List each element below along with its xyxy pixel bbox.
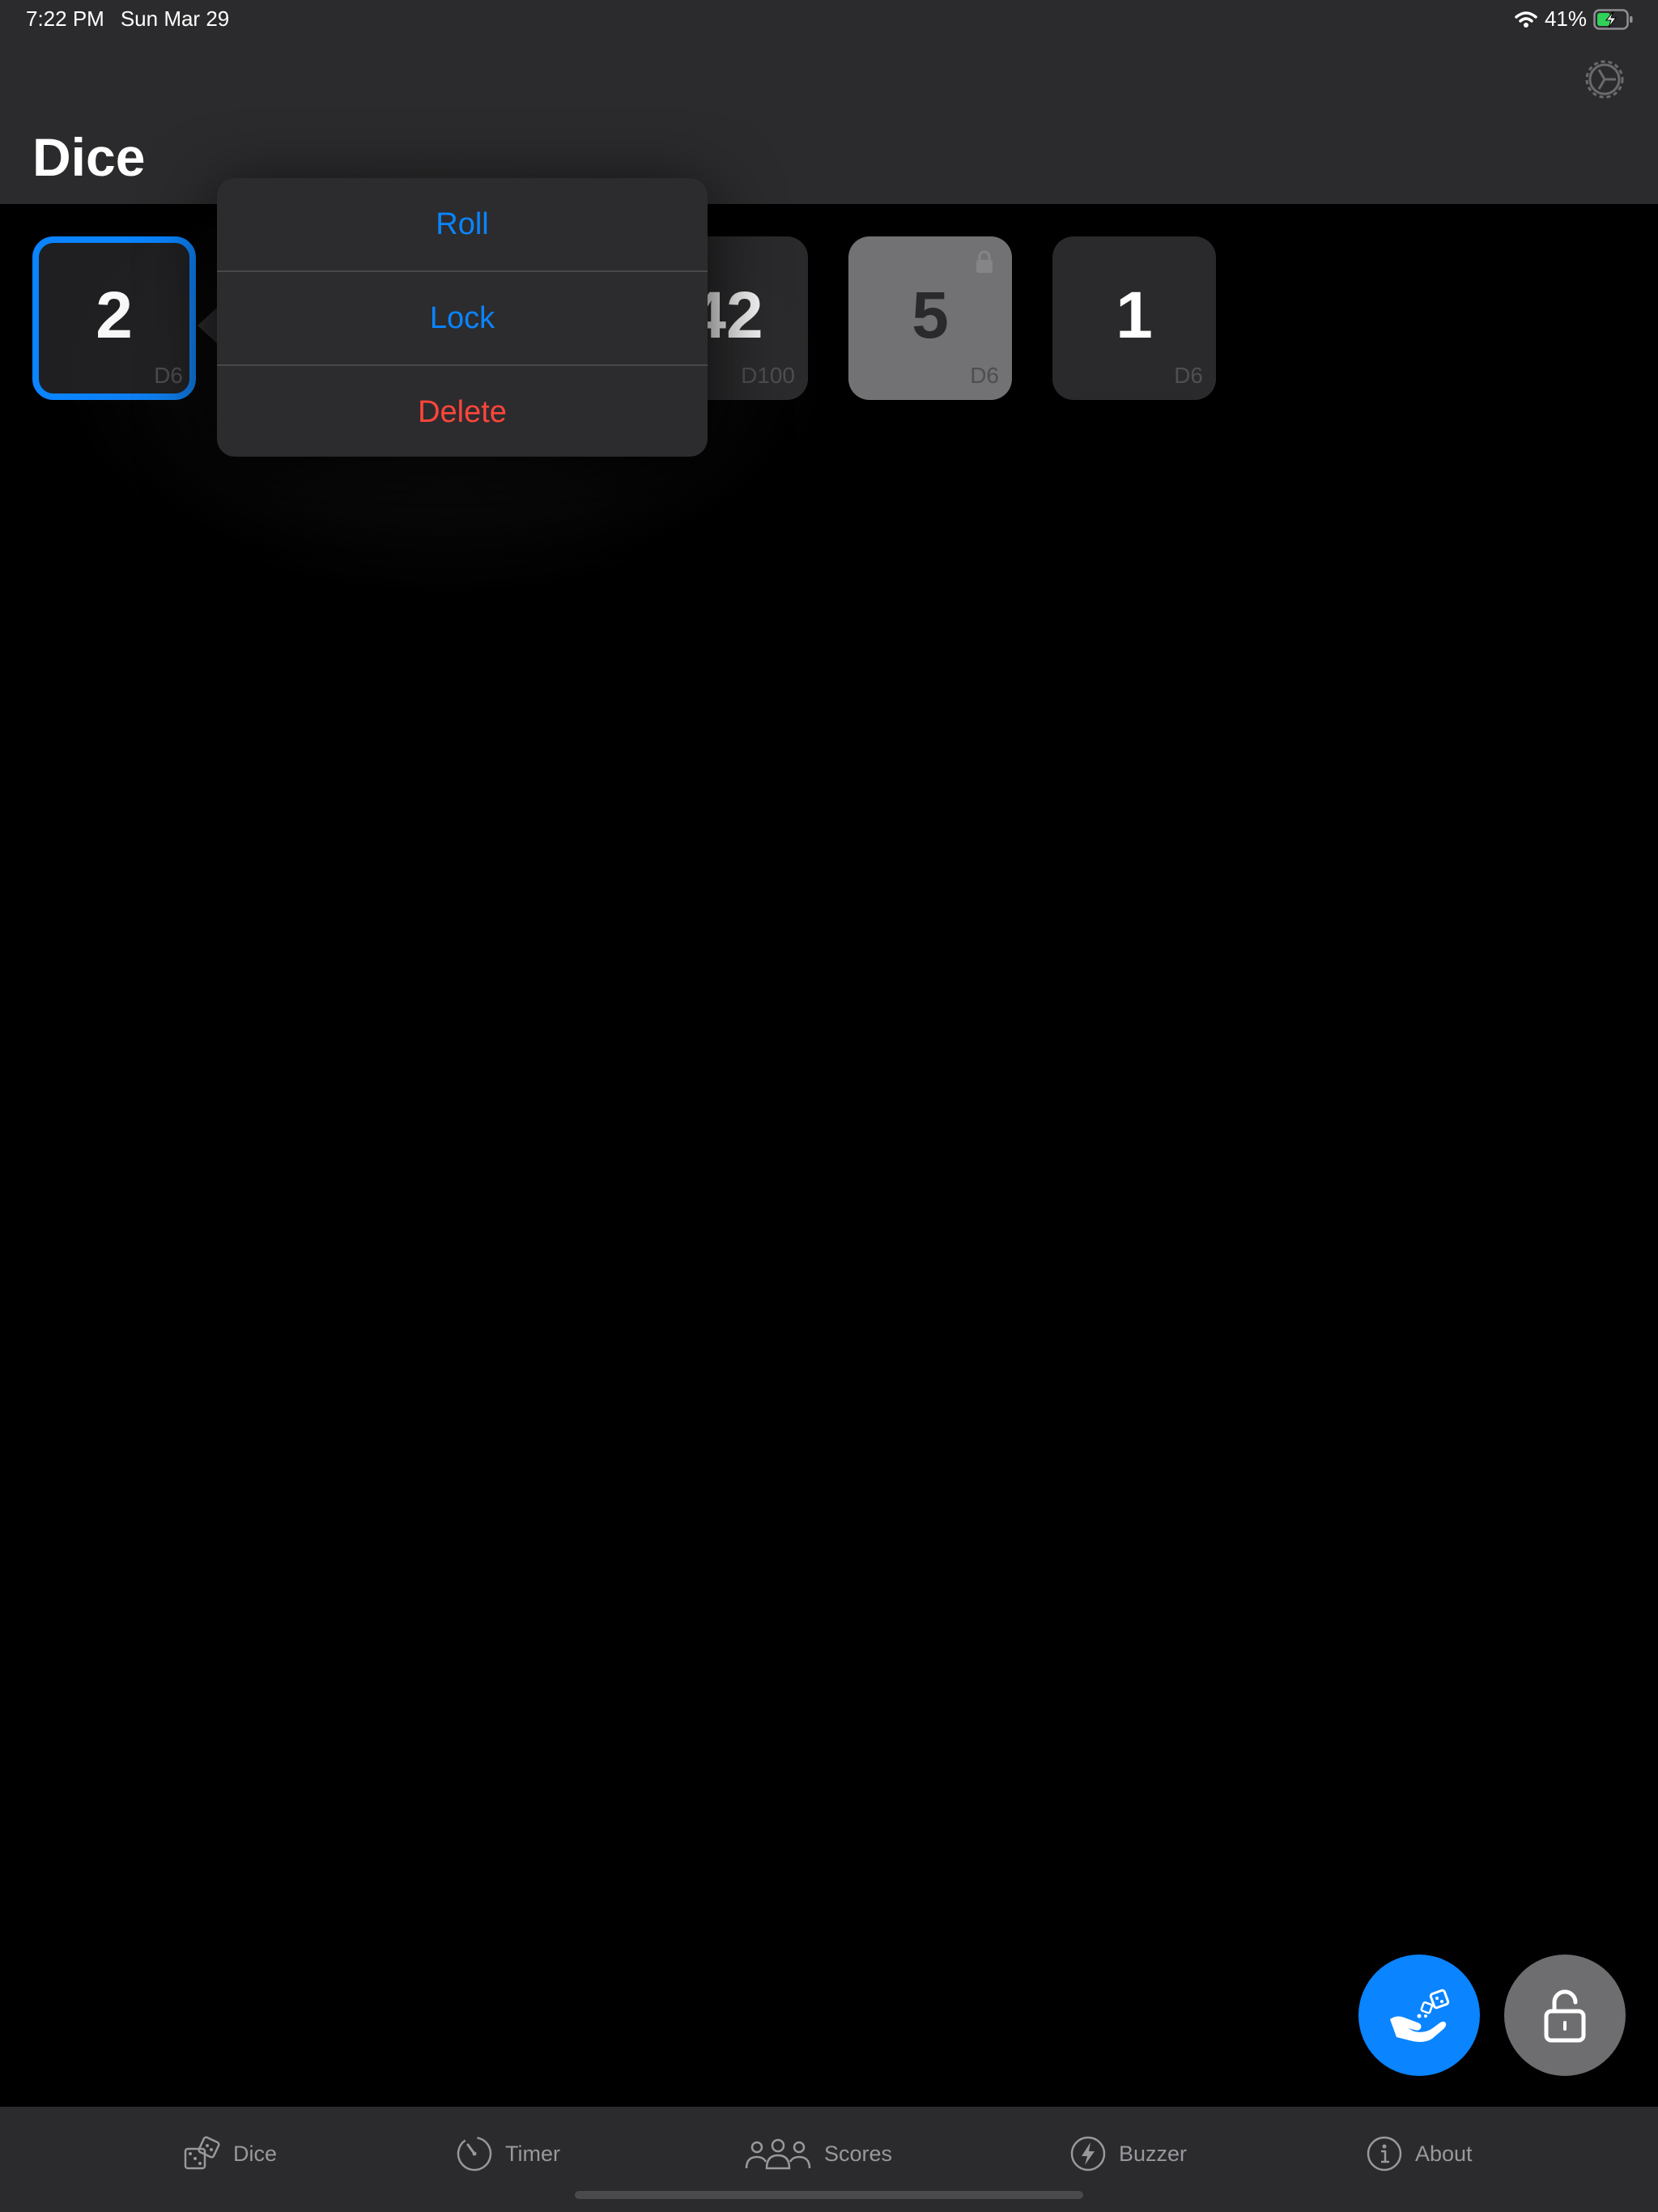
tab-scores[interactable]: Scores bbox=[743, 2131, 892, 2176]
lock-all-button[interactable] bbox=[1504, 1955, 1626, 2076]
battery-charging-icon bbox=[1593, 8, 1633, 30]
wifi-icon bbox=[1515, 11, 1537, 28]
tab-label: About bbox=[1415, 2141, 1473, 2166]
die-type: D6 bbox=[1174, 363, 1203, 388]
lock-icon bbox=[1544, 1989, 1586, 2043]
tab-label: Buzzer bbox=[1119, 2141, 1188, 2166]
menu-item-lock[interactable]: Lock bbox=[217, 272, 708, 366]
timer-icon bbox=[457, 2136, 492, 2172]
die-type: D6 bbox=[970, 363, 999, 388]
menu-item-roll[interactable]: Roll bbox=[217, 178, 708, 272]
die-card-3[interactable]: 5 D6 bbox=[848, 236, 1012, 400]
die-value: 5 bbox=[912, 279, 949, 352]
tab-label: Dice bbox=[233, 2141, 278, 2166]
dice-icon bbox=[184, 2136, 220, 2170]
tab-about[interactable]: About bbox=[1365, 2131, 1473, 2176]
status-bar: 7:22 PM Sun Mar 29 41% bbox=[0, 0, 1658, 39]
popover-arrow bbox=[198, 306, 219, 345]
bolt-icon bbox=[1070, 2136, 1106, 2172]
battery-percent: 41% bbox=[1544, 6, 1587, 31]
status-right: 41% bbox=[1514, 6, 1634, 32]
tab-dice[interactable]: Dice bbox=[183, 2131, 277, 2176]
settings-button[interactable] bbox=[1584, 58, 1626, 100]
die-value: 1 bbox=[1116, 279, 1153, 352]
home-indicator bbox=[575, 2191, 1083, 2199]
status-left: 7:22 PM Sun Mar 29 bbox=[26, 6, 245, 32]
people-icon bbox=[745, 2138, 811, 2170]
hand-dice-icon bbox=[1390, 1989, 1450, 2042]
tab-label: Scores bbox=[824, 2141, 893, 2166]
roll-all-button[interactable] bbox=[1358, 1955, 1480, 2076]
menu-item-delete[interactable]: Delete bbox=[217, 366, 708, 457]
status-date: Sun Mar 29 bbox=[120, 6, 230, 31]
tab-buzzer[interactable]: Buzzer bbox=[1069, 2131, 1187, 2176]
tab-label: Timer bbox=[505, 2141, 560, 2166]
gear-icon bbox=[1585, 60, 1624, 99]
die-card-4[interactable]: 1 D6 bbox=[1052, 236, 1216, 400]
info-icon bbox=[1367, 2136, 1402, 2172]
status-time: 7:22 PM bbox=[26, 6, 104, 31]
die-context-menu: Roll Lock Delete bbox=[217, 178, 708, 457]
tab-timer[interactable]: Timer bbox=[455, 2131, 560, 2176]
lock-icon bbox=[976, 250, 993, 273]
